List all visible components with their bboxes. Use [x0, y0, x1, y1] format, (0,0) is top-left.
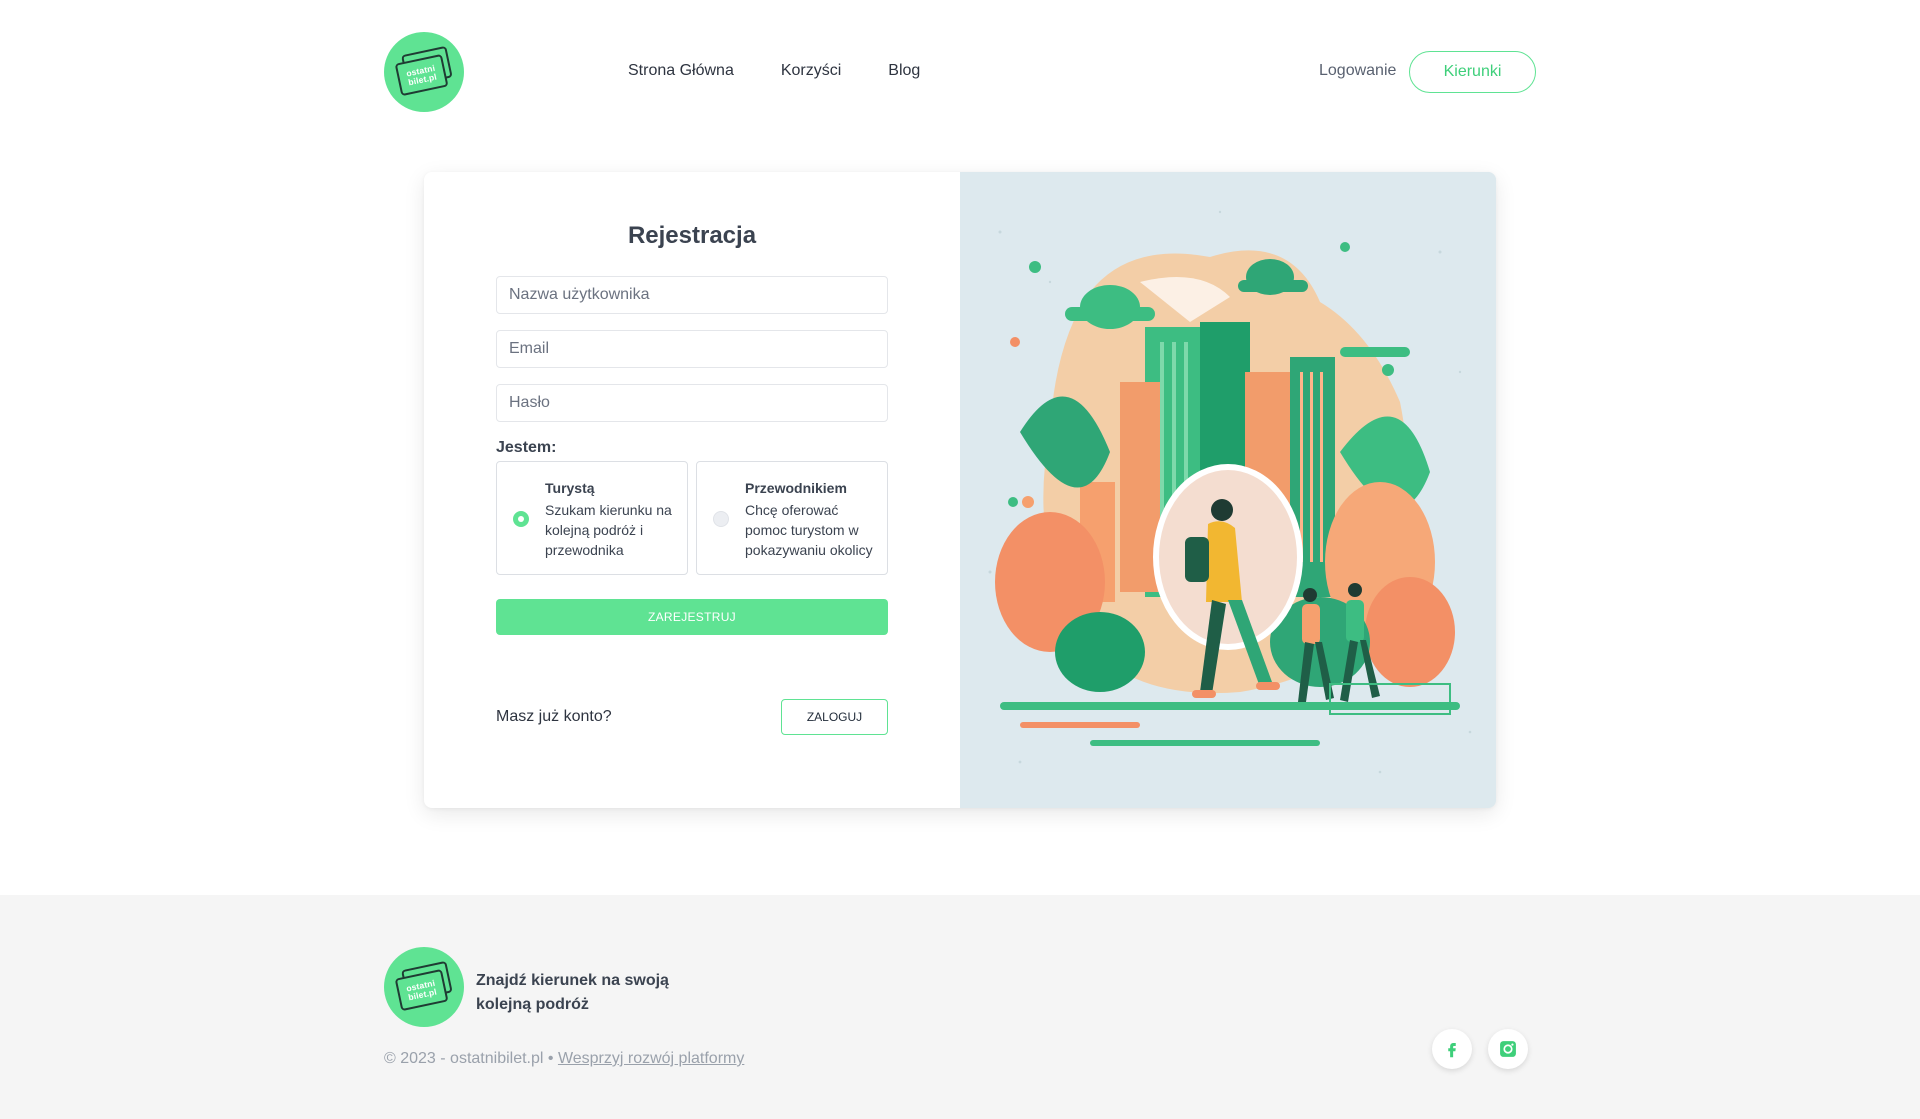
city-walkers-illustration [960, 172, 1496, 808]
main-nav: Strona Główna Korzyści Blog [628, 62, 920, 80]
nav-item-home[interactable]: Strona Główna [628, 62, 734, 80]
login-button[interactable]: ZALOGUJ [781, 699, 888, 735]
instagram-link[interactable] [1488, 1029, 1528, 1069]
support-link[interactable]: Wesprzyj rozwój platformy [558, 1050, 744, 1067]
ticket-icon: ostatni bilet.pl [394, 45, 455, 97]
role-label: Jestem: [496, 439, 557, 456]
brand-logo[interactable]: ostatni bilet.pl [384, 32, 464, 112]
email-field[interactable] [496, 330, 888, 368]
password-field[interactable] [496, 384, 888, 422]
ticket-icon: ostatni bilet.pl [394, 960, 455, 1012]
destinations-button[interactable]: Kierunki [1409, 51, 1536, 93]
site-footer: ostatni bilet.pl Znajdź kierunek na swoj… [0, 895, 1920, 1119]
username-field[interactable] [496, 276, 888, 314]
copyright-line: © 2023 - ostatnibilet.pl • Wesprzyj rozw… [384, 1050, 744, 1068]
travel-illustration [960, 172, 1496, 808]
role-option-guide[interactable]: Przewodnikiem Chcę oferować pomoc turyst… [696, 461, 888, 575]
role-title: Turystą [545, 480, 595, 496]
instagram-icon [1500, 1041, 1516, 1057]
nav-item-blog[interactable]: Blog [888, 62, 920, 80]
radio-unselected-icon[interactable] [713, 511, 729, 527]
login-link[interactable]: Logowanie [1319, 62, 1396, 80]
footer-brand-logo[interactable]: ostatni bilet.pl [384, 947, 464, 1027]
footer-tagline: Znajdź kierunek na swoją kolejną podróż [476, 972, 669, 1013]
radio-selected-icon[interactable] [513, 511, 529, 527]
role-option-tourist[interactable]: Turystą Szukam kierunku na kolejną podró… [496, 461, 688, 575]
form-title: Rejestracja [627, 222, 757, 249]
registration-card: Rejestracja Jestem: Turystą Szukam kieru… [424, 172, 1496, 808]
registration-form: Rejestracja Jestem: Turystą Szukam kieru… [424, 172, 960, 808]
role-title: Przewodnikiem [745, 480, 847, 496]
role-description: Szukam kierunku na kolejną podróż i prze… [545, 502, 672, 558]
site-header: ostatni bilet.pl Strona Główna Korzyści … [0, 0, 1920, 140]
role-description: Chcę oferować pomoc turystom w pokazywan… [745, 502, 873, 558]
nav-item-benefits[interactable]: Korzyści [781, 62, 841, 80]
facebook-link[interactable] [1432, 1029, 1472, 1069]
register-button[interactable]: ZAREJESTRUJ [496, 599, 888, 635]
copyright-text: © 2023 - ostatnibilet.pl • [384, 1050, 554, 1067]
facebook-icon [1448, 1043, 1456, 1058]
have-account-text: Masz już konto? [496, 708, 612, 725]
